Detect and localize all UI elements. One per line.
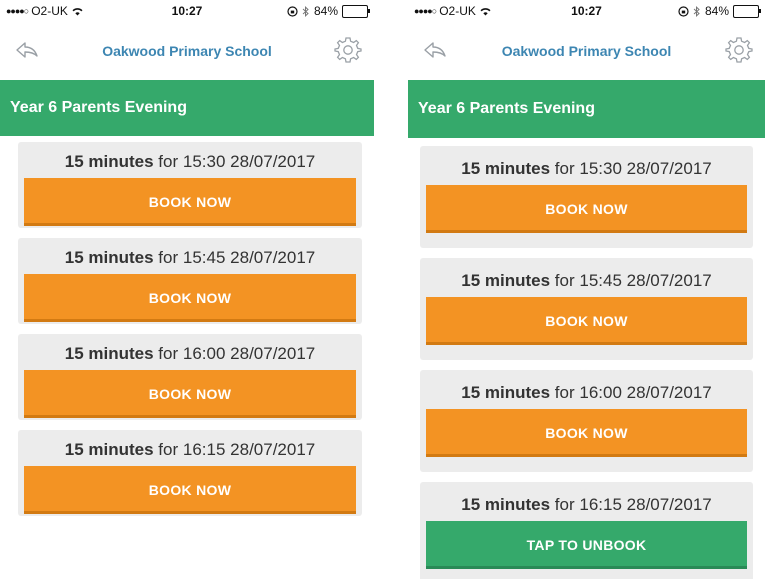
- slot-time: 15:30: [579, 159, 622, 178]
- book-now-button[interactable]: BOOK NOW: [426, 297, 747, 345]
- slot-time: 16:15: [182, 440, 226, 459]
- slot-title: 15 minutes for 16:15 28/07/2017: [426, 495, 747, 515]
- slot-title: 15 minutes for 15:30 28/07/2017: [24, 152, 356, 172]
- slot-connector: for: [158, 440, 179, 459]
- book-now-button[interactable]: BOOK NOW: [426, 185, 747, 233]
- book-now-button[interactable]: BOOK NOW: [24, 370, 356, 418]
- status-bar: ●●●●○ O2-UK 10:27 84%: [408, 0, 765, 22]
- bluetooth-icon: [693, 5, 700, 17]
- slot-card: 15 minutes for 16:00 28/07/2017 BOOK NOW: [420, 370, 753, 472]
- orientation-lock-icon: [678, 5, 689, 17]
- slot-date: 28/07/2017: [230, 440, 316, 459]
- slot-connector: for: [158, 344, 179, 363]
- slot-duration: 15 minutes: [64, 248, 154, 267]
- gear-icon: [725, 37, 753, 63]
- battery-icon: [342, 4, 370, 18]
- nav-bar: Oakwood Primary School: [0, 22, 374, 80]
- tap-to-unbook-button[interactable]: TAP TO UNBOOK: [426, 521, 747, 569]
- slot-connector: for: [554, 159, 575, 178]
- slot-time: 15:30: [182, 152, 226, 171]
- slot-card: 15 minutes for 16:15 28/07/2017 BOOK NOW: [18, 430, 362, 516]
- slot-connector: for: [554, 495, 575, 514]
- slot-card: 15 minutes for 16:00 28/07/2017 BOOK NOW: [18, 334, 362, 420]
- battery-icon: [733, 4, 761, 18]
- slot-card: 15 minutes for 15:45 28/07/2017 BOOK NOW: [420, 258, 753, 360]
- nav-bar: Oakwood Primary School: [408, 22, 765, 80]
- slot-list: 15 minutes for 15:30 28/07/2017 BOOK NOW…: [0, 136, 374, 516]
- slot-duration: 15 minutes: [64, 152, 154, 171]
- status-bar: ●●●●○ O2-UK 10:27 84%: [0, 0, 374, 22]
- gear-icon: [334, 37, 362, 63]
- slot-title: 15 minutes for 15:45 28/07/2017: [426, 271, 747, 291]
- section-header: Year 6 Parents Evening: [408, 80, 765, 138]
- slot-connector: for: [554, 271, 575, 290]
- slot-connector: for: [158, 248, 179, 267]
- slot-duration: 15 minutes: [461, 159, 551, 178]
- slot-title: 15 minutes for 16:00 28/07/2017: [24, 344, 356, 364]
- bluetooth-icon: [302, 5, 309, 17]
- book-now-button[interactable]: BOOK NOW: [426, 409, 747, 457]
- slot-duration: 15 minutes: [461, 271, 551, 290]
- book-now-button[interactable]: BOOK NOW: [24, 274, 356, 322]
- slot-card: 15 minutes for 15:30 28/07/2017 BOOK NOW: [420, 146, 753, 248]
- section-header: Year 6 Parents Evening: [0, 80, 374, 136]
- slot-time: 16:00: [182, 344, 226, 363]
- slot-time: 15:45: [579, 271, 622, 290]
- slot-list: 15 minutes for 15:30 28/07/2017 BOOK NOW…: [408, 138, 765, 579]
- battery-percent: 84%: [704, 4, 729, 18]
- slot-duration: 15 minutes: [64, 344, 154, 363]
- slot-date: 28/07/2017: [230, 248, 316, 267]
- phone-screen-before: ●●●●○ O2-UK 10:27 84% Oakwood Primary Sc…: [0, 0, 374, 579]
- slot-date: 28/07/2017: [230, 152, 316, 171]
- slot-date: 28/07/2017: [626, 271, 712, 290]
- slot-date: 28/07/2017: [626, 159, 712, 178]
- orientation-lock-icon: [287, 5, 298, 17]
- book-now-button[interactable]: BOOK NOW: [24, 466, 356, 514]
- slot-connector: for: [554, 383, 575, 402]
- slot-date: 28/07/2017: [230, 344, 316, 363]
- slot-date: 28/07/2017: [626, 495, 712, 514]
- phone-screen-after: ●●●●○ O2-UK 10:27 84% Oakwood Primary Sc…: [408, 0, 765, 579]
- school-title: Oakwood Primary School: [102, 43, 272, 59]
- slot-card: 15 minutes for 15:45 28/07/2017 BOOK NOW: [18, 238, 362, 324]
- slot-title: 15 minutes for 16:00 28/07/2017: [426, 383, 747, 403]
- slot-duration: 15 minutes: [461, 383, 551, 402]
- book-now-button[interactable]: BOOK NOW: [24, 178, 356, 226]
- slot-title: 15 minutes for 15:45 28/07/2017: [24, 248, 356, 268]
- slot-connector: for: [158, 152, 179, 171]
- slot-time: 15:45: [182, 248, 226, 267]
- battery-percent: 84%: [313, 4, 338, 18]
- settings-button[interactable]: [725, 36, 753, 64]
- slot-title: 15 minutes for 15:30 28/07/2017: [426, 159, 747, 179]
- settings-button[interactable]: [334, 36, 362, 64]
- slot-duration: 15 minutes: [64, 440, 154, 459]
- slot-date: 28/07/2017: [626, 383, 712, 402]
- slot-title: 15 minutes for 16:15 28/07/2017: [24, 440, 356, 460]
- slot-time: 16:00: [579, 383, 622, 402]
- slot-duration: 15 minutes: [461, 495, 551, 514]
- slot-card: 15 minutes for 16:15 28/07/2017 TAP TO U…: [420, 482, 753, 579]
- slot-time: 16:15: [579, 495, 622, 514]
- school-title: Oakwood Primary School: [501, 43, 672, 59]
- slot-card: 15 minutes for 15:30 28/07/2017 BOOK NOW: [18, 142, 362, 228]
